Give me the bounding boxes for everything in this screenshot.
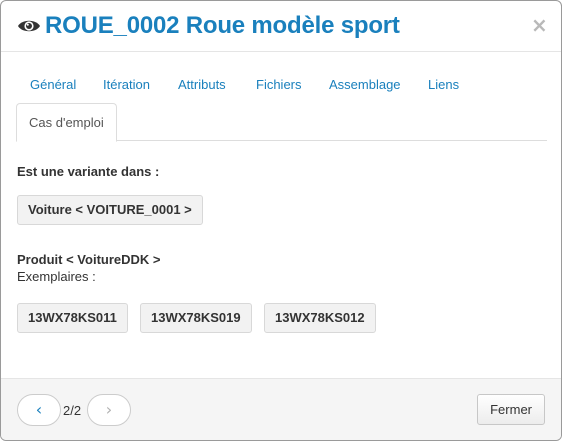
close-icon[interactable]: × xyxy=(531,15,548,35)
page-counter: 2/2 xyxy=(63,403,82,418)
tab-general[interactable]: Général xyxy=(30,77,76,93)
tab-files[interactable]: Fichiers xyxy=(256,77,302,93)
variant-chip[interactable]: Voiture < VOITURE_0001 > xyxy=(17,195,203,225)
close-button[interactable]: Fermer xyxy=(477,394,545,425)
tab-links[interactable]: Liens xyxy=(428,77,459,93)
instance-chip[interactable]: 13WX78KS012 xyxy=(264,303,376,333)
eye-icon xyxy=(17,17,41,35)
tab-usage[interactable]: Cas d'emploi xyxy=(16,103,117,142)
modal-header: ROUE_0002 Roue modèle sport × xyxy=(1,1,561,52)
modal-footer: ‹ 2/2 › Fermer xyxy=(1,378,561,440)
modal-title: ROUE_0002 Roue modèle sport xyxy=(45,12,400,39)
instances-label: Exemplaires : xyxy=(17,269,96,284)
instance-chip[interactable]: 13WX78KS011 xyxy=(17,303,128,333)
product-heading: Produit < VoitureDDK > xyxy=(17,252,161,267)
instance-chip[interactable]: 13WX78KS019 xyxy=(140,303,252,333)
variant-heading: Est une variante dans : xyxy=(17,164,160,179)
part-modal: ROUE_0002 Roue modèle sport × Général It… xyxy=(0,0,562,441)
tab-bar: Général Itération Attributs Fichiers Ass… xyxy=(16,69,547,142)
tab-assembly[interactable]: Assemblage xyxy=(329,77,401,93)
tab-attributes[interactable]: Attributs xyxy=(178,77,226,93)
previous-page-button[interactable]: ‹ xyxy=(17,394,61,426)
title-wrap: ROUE_0002 Roue modèle sport xyxy=(17,11,400,41)
tab-iteration[interactable]: Itération xyxy=(103,77,150,93)
next-page-button[interactable]: › xyxy=(87,394,131,426)
